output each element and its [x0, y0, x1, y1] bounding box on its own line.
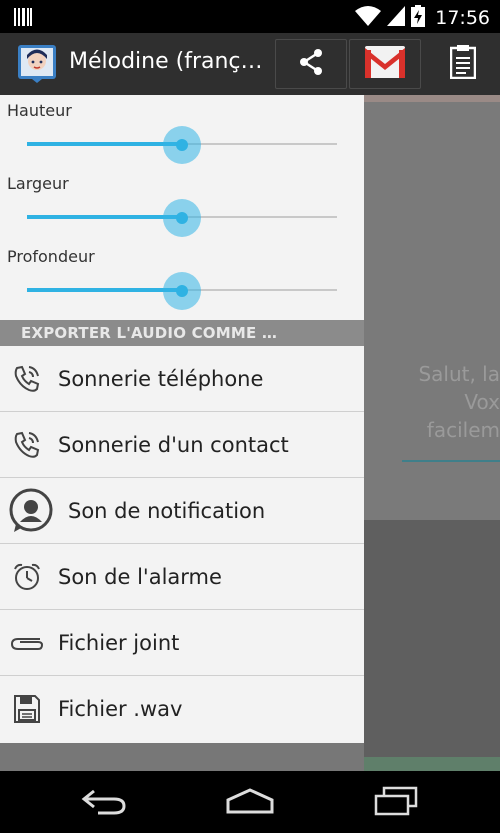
clipboard-icon — [449, 45, 477, 83]
paperclip-icon — [10, 626, 44, 660]
menu-item-sonnerie-contact[interactable]: Sonnerie d'un contact — [0, 412, 364, 478]
page-title: Mélodine (franç… — [69, 49, 263, 74]
slider-label: Hauteur — [7, 101, 72, 120]
main-card — [364, 102, 500, 520]
main-bottom-strip — [364, 757, 500, 771]
menu-item-label: Son de notification — [68, 499, 266, 523]
signal-icon — [387, 6, 406, 30]
menu-item-label: Fichier .wav — [58, 697, 183, 721]
export-section-header: EXPORTER L'AUDIO COMME … — [0, 320, 364, 346]
menu-item-label: Son de l'alarme — [58, 565, 222, 589]
back-button[interactable] — [74, 785, 134, 821]
gmail-button[interactable] — [349, 39, 421, 89]
slider-fill — [27, 142, 182, 146]
drawer-footer — [0, 743, 364, 771]
main-text-underline — [402, 460, 500, 462]
recent-apps-button[interactable] — [366, 785, 426, 821]
clipboard-button[interactable] — [430, 39, 496, 89]
phone-ringing-icon — [10, 362, 44, 396]
main-card-text: Salut, la Vox facilem — [366, 360, 500, 444]
main-card-topline — [364, 95, 500, 102]
gmail-icon — [365, 46, 405, 82]
clock: 17:56 — [435, 7, 490, 29]
main-text-line-3: facilem — [426, 418, 500, 442]
slider-thumb-dot[interactable] — [176, 139, 188, 151]
menu-item-label: Sonnerie téléphone — [58, 367, 264, 391]
slider-thumb-dot[interactable] — [176, 212, 188, 224]
navigation-bar — [0, 771, 500, 833]
recent-apps-icon — [372, 786, 420, 820]
slider-hauteur: Hauteur — [0, 95, 364, 168]
section-header-label: EXPORTER L'AUDIO COMME … — [21, 324, 278, 342]
menu-item-son-notification[interactable]: Son de notification — [0, 478, 364, 544]
menu-item-sonnerie-telephone[interactable]: Sonnerie téléphone — [0, 346, 364, 412]
slider-fill — [27, 215, 182, 219]
export-menu: Sonnerie téléphone Sonnerie d'un contact — [0, 346, 364, 742]
app-avatar-icon[interactable] — [18, 45, 56, 83]
main-text-line-1: Salut, la — [418, 362, 500, 386]
slider-profondeur: Profondeur — [0, 241, 364, 314]
main-text-line-2: Vox — [464, 390, 500, 414]
home-icon — [224, 788, 276, 818]
save-icon — [10, 692, 44, 726]
status-bar: 17:56 — [0, 0, 500, 33]
menu-item-son-alarme[interactable]: Son de l'alarme — [0, 544, 364, 610]
alarm-clock-icon — [10, 560, 44, 594]
home-button[interactable] — [220, 785, 280, 821]
menu-item-label: Sonnerie d'un contact — [58, 433, 289, 457]
slider-label: Profondeur — [7, 247, 95, 266]
slider-thumb-dot[interactable] — [176, 285, 188, 297]
share-button[interactable] — [275, 39, 347, 89]
navigation-drawer: Hauteur Largeur Profondeur EXPORTER L'AU… — [0, 95, 364, 743]
battery-charging-icon — [411, 5, 426, 31]
menu-item-fichier-wav[interactable]: Fichier .wav — [0, 676, 364, 742]
barcode-icon — [14, 8, 32, 30]
slider-largeur: Largeur — [0, 168, 364, 241]
phone-ringing-icon — [10, 428, 44, 462]
wifi-icon — [355, 6, 382, 30]
menu-item-fichier-joint[interactable]: Fichier joint — [0, 610, 364, 676]
action-bar: Mélodine (franç… — [0, 33, 500, 95]
slider-fill — [27, 288, 182, 292]
back-icon — [80, 787, 128, 819]
slider-label: Largeur — [7, 174, 69, 193]
screen: 17:56 Mélodine (franç… Salut, la Vox fac… — [0, 0, 500, 833]
menu-item-label: Fichier joint — [58, 631, 180, 655]
notification-bubble-icon — [8, 488, 54, 534]
share-icon — [296, 47, 326, 81]
